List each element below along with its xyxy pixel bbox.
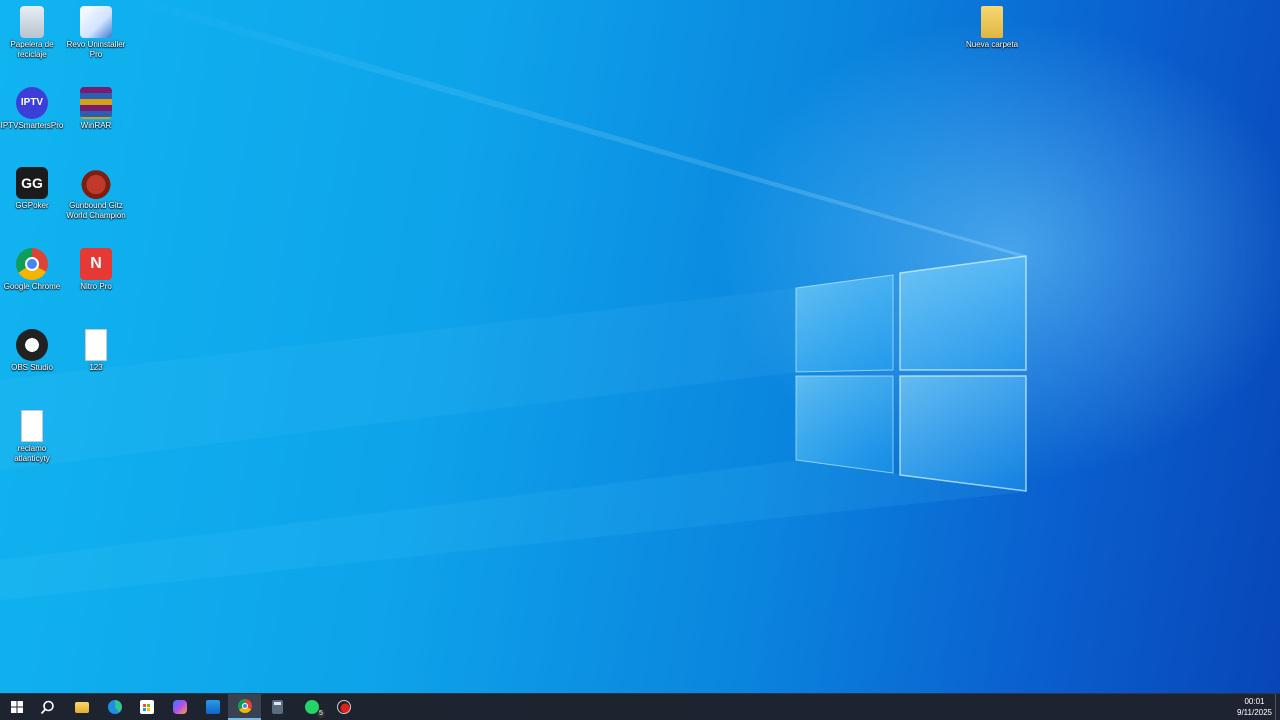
red-circle-app-icon xyxy=(336,700,351,714)
desktop-icon-label: Nueva carpeta xyxy=(965,40,1019,49)
taskbar-microsoft-store[interactable] xyxy=(130,694,163,720)
folder-icon xyxy=(74,701,89,713)
gunbound-icon xyxy=(80,167,112,199)
chrome-icon xyxy=(16,248,48,280)
text-document-icon xyxy=(21,410,43,442)
desktop-icon-nitro-pro[interactable]: N Nitro Pro xyxy=(64,244,128,292)
windows-logo-icon xyxy=(10,701,23,713)
windows-wallpaper xyxy=(0,0,1027,600)
show-desktop-button[interactable] xyxy=(1275,694,1280,720)
start-button[interactable] xyxy=(0,694,33,720)
text-document-icon xyxy=(85,329,107,361)
nitro-pro-icon: N xyxy=(80,248,112,280)
desktop-icon-label: Nitro Pro xyxy=(80,282,112,291)
recycle-bin-icon xyxy=(20,6,44,38)
calculator-icon xyxy=(272,700,283,714)
taskbar-clock[interactable]: 00:01 9/11/2025 xyxy=(1237,696,1272,718)
taskbar-whatsapp[interactable]: 5 xyxy=(295,694,328,720)
folder-icon xyxy=(981,6,1003,38)
desktop-icon-winrar[interactable]: WinRAR xyxy=(64,83,128,131)
taskbar-copilot[interactable] xyxy=(163,694,196,720)
edge-icon xyxy=(107,700,122,714)
desktop-icon-label: 123 xyxy=(89,363,103,372)
desktop-icon-label: WinRAR xyxy=(80,121,112,130)
desktop-icon-label: IPTVSmartersPro xyxy=(0,121,64,130)
store-icon xyxy=(139,700,154,714)
taskbar-edge[interactable] xyxy=(98,694,131,720)
chrome-icon xyxy=(237,699,252,713)
copilot-icon xyxy=(172,700,187,714)
desktop-icon-revo-uninstaller[interactable]: Revo Uninstaller Pro xyxy=(64,2,128,60)
ggpoker-icon: GG xyxy=(16,167,48,199)
desktop-icon-123[interactable]: 123 xyxy=(64,325,128,373)
desktop-icon-gunbound[interactable]: Gunbound Gitz World Champion xyxy=(64,163,128,221)
desktop-icon-label: Revo Uninstaller Pro xyxy=(66,40,126,59)
desktop-icon-reclamo[interactable]: reclamo atlanticyty xyxy=(0,406,64,464)
desktop-icon-nueva-carpeta[interactable]: Nueva carpeta xyxy=(960,2,1024,50)
search-icon xyxy=(40,700,54,714)
winrar-icon xyxy=(80,87,112,119)
desktop-icon-ggpoker[interactable]: GG GGPoker xyxy=(0,163,64,211)
taskbar-outlook[interactable] xyxy=(196,694,229,720)
desktop-icon-label: GGPoker xyxy=(15,201,49,210)
clock-date: 9/11/2025 xyxy=(1237,708,1272,717)
taskbar-chrome[interactable] xyxy=(228,694,261,720)
desktop-icon-recycle-bin[interactable]: Papelera de reciclaje xyxy=(0,2,64,60)
outlook-icon xyxy=(205,700,220,714)
search-button[interactable] xyxy=(31,694,64,720)
iptv-icon: IPTV xyxy=(16,87,48,119)
desktop[interactable]: Papelera de reciclaje IPTV IPTVSmartersP… xyxy=(0,0,1280,693)
desktop-icon-iptv-smarters[interactable]: IPTV IPTVSmartersPro xyxy=(0,83,64,131)
desktop-icon-label: reclamo atlanticyty xyxy=(14,444,50,463)
desktop-icon-label: Google Chrome xyxy=(3,282,61,291)
obs-studio-icon xyxy=(16,329,48,361)
taskbar: 5 00:01 9/11/2025 xyxy=(0,693,1280,720)
clock-time: 00:01 xyxy=(1244,697,1265,706)
revo-uninstaller-icon xyxy=(80,6,112,38)
desktop-icon-obs-studio[interactable]: OBS Studio xyxy=(0,325,64,373)
desktop-icon-google-chrome[interactable]: Google Chrome xyxy=(0,244,64,292)
taskbar-calculator[interactable] xyxy=(261,694,294,720)
taskbar-app[interactable] xyxy=(327,694,360,720)
taskbar-file-explorer[interactable] xyxy=(65,694,98,720)
desktop-icon-label: Papelera de reciclaje xyxy=(10,40,54,59)
desktop-icon-label: OBS Studio xyxy=(11,363,53,372)
desktop-icon-label: Gunbound Gitz World Champion xyxy=(66,201,126,220)
notification-badge: 5 xyxy=(317,710,325,718)
